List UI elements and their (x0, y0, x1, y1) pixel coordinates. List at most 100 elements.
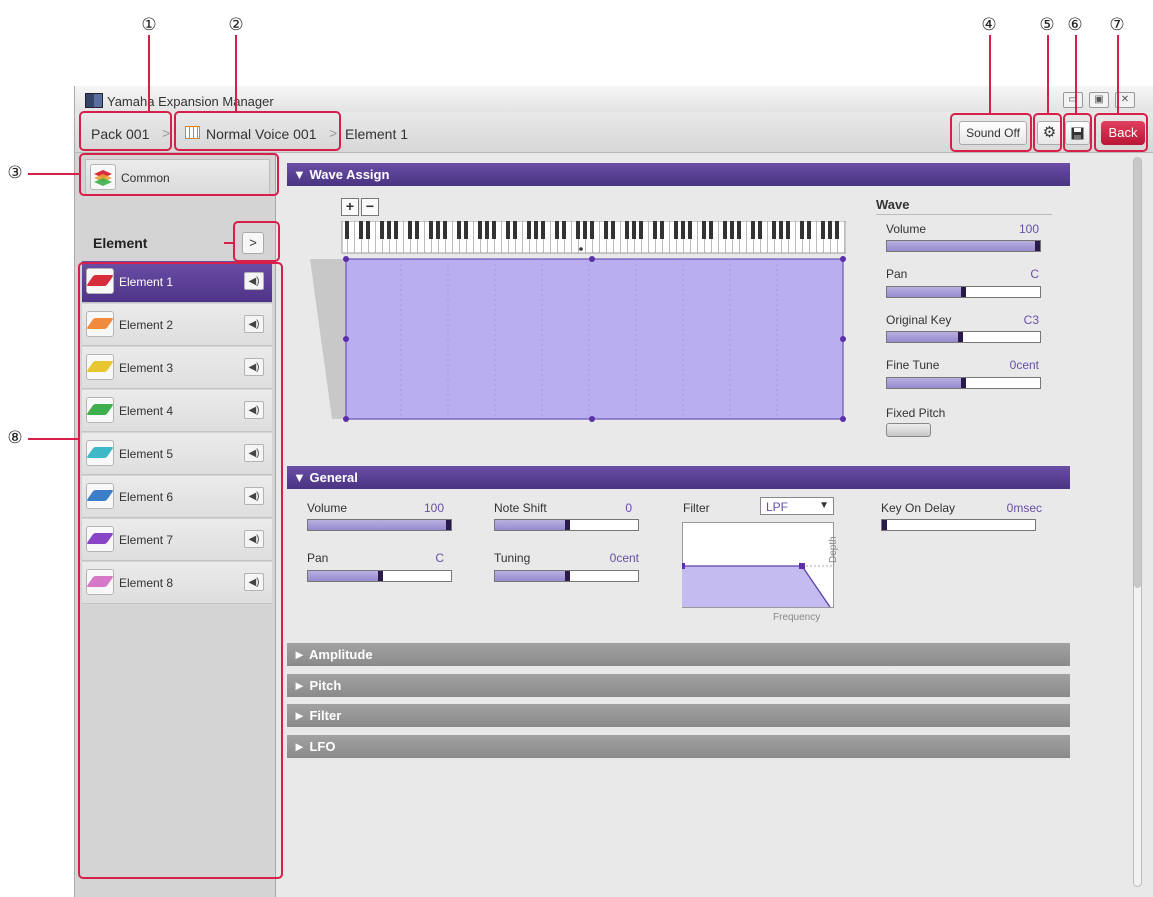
element-row-2[interactable]: Element 2 ◀) (82, 304, 272, 346)
speaker-icon[interactable]: ◀) (244, 487, 264, 505)
gear-icon[interactable]: ⚙ (1037, 121, 1062, 145)
wave-volume-slider[interactable] (886, 240, 1041, 252)
element-row-3[interactable]: Element 3 ◀) (82, 347, 272, 389)
element-8-label: Element 8 (119, 576, 174, 590)
element-row-6[interactable]: Element 6 ◀) (82, 476, 272, 518)
general-pan-label: Pan (307, 551, 329, 565)
breadcrumb: Pack 001 > Normal Voice 001 > Element 1 … (75, 112, 1153, 153)
key-range-editor[interactable] (306, 221, 846, 457)
wave-pan-slider[interactable] (886, 286, 1041, 298)
general-volume-slider[interactable] (307, 519, 452, 531)
zoom-in-button[interactable]: + (341, 198, 359, 216)
breadcrumb-voice[interactable]: Normal Voice 001 (206, 126, 317, 142)
filter-graph[interactable] (682, 522, 834, 608)
app-window: Yamaha Expansion Manager ▭ ▣ ✕ Pack 001 … (74, 86, 1153, 897)
amplitude-header[interactable]: ► Amplitude (287, 643, 1070, 666)
element-7-icon (86, 526, 114, 552)
callout-6: ⑥ (1067, 15, 1083, 35)
element-row-8[interactable]: Element 8 ◀) (82, 562, 272, 604)
wave-pan-label: Pan (886, 267, 908, 281)
leader-6 (1075, 35, 1077, 113)
window-title: Yamaha Expansion Manager (107, 94, 274, 109)
lfo-header[interactable]: ► LFO (287, 735, 1070, 758)
pitch-header[interactable]: ► Pitch (287, 674, 1070, 697)
save-icon[interactable] (1065, 121, 1090, 145)
speaker-icon[interactable]: ◀) (244, 401, 264, 419)
zoom-out-button[interactable]: − (361, 198, 379, 216)
expand-button[interactable]: > (242, 232, 264, 254)
layers-icon (90, 164, 116, 190)
common-label: Common (121, 171, 170, 185)
wave-title: Wave (876, 197, 910, 212)
element-1-icon (86, 268, 114, 294)
breadcrumb-element: Element 1 (345, 126, 409, 142)
filter-type-value: LPF (766, 500, 789, 514)
common-button[interactable]: Common (85, 159, 270, 195)
element-2-icon (86, 311, 114, 337)
wave-volume-label: Volume (886, 222, 927, 236)
element-3-label: Element 3 (119, 361, 174, 375)
speaker-icon[interactable]: ◀) (244, 444, 264, 462)
note-shift-label: Note Shift (494, 501, 547, 515)
frequency-label: Frequency (773, 612, 821, 623)
general-volume-label: Volume (307, 501, 348, 515)
original-key-slider[interactable] (886, 331, 1041, 343)
sound-off-button[interactable]: Sound Off (959, 121, 1027, 145)
wave-volume-value: 100 (1018, 222, 1039, 236)
callout-8: ⑧ (7, 428, 23, 448)
filter-header[interactable]: ► Filter (287, 704, 1070, 727)
element-4-icon (86, 397, 114, 423)
leader-3 (28, 173, 79, 175)
speaker-icon[interactable]: ◀) (244, 530, 264, 548)
speaker-icon[interactable]: ◀) (244, 358, 264, 376)
maximize-icon[interactable]: ▣ (1089, 92, 1109, 108)
scroll-thumb[interactable] (1134, 158, 1141, 588)
chevron-right-icon: > (162, 125, 171, 141)
wave-pan-value: C (1030, 267, 1039, 281)
fine-tune-label: Fine Tune (886, 358, 940, 372)
speaker-icon[interactable]: ◀) (244, 315, 264, 333)
note-shift-slider[interactable] (494, 519, 639, 531)
speaker-icon[interactable]: ◀) (244, 272, 264, 290)
general-header[interactable]: ▼ General (287, 466, 1070, 489)
general-pan-slider[interactable] (307, 570, 452, 582)
general-pan-value: C (435, 551, 444, 565)
element-row-5[interactable]: Element 5 ◀) (82, 433, 272, 475)
fine-tune-slider[interactable] (886, 377, 1041, 389)
leader-2 (235, 35, 237, 111)
element-5-icon (86, 440, 114, 466)
key-on-delay-value: 0msec (1006, 501, 1042, 515)
element-1-label: Element 1 (119, 275, 174, 289)
note-shift-value: 0 (625, 501, 632, 515)
callout-3: ③ (7, 163, 23, 183)
speaker-icon[interactable]: ◀) (244, 573, 264, 591)
wave-assign-header[interactable]: ▼ Wave Assign (287, 163, 1070, 186)
tuning-slider[interactable] (494, 570, 639, 582)
vertical-scrollbar[interactable] (1133, 157, 1142, 887)
voice-icon (185, 126, 200, 139)
key-on-delay-slider[interactable] (881, 519, 1036, 531)
back-button[interactable]: Back (1101, 121, 1145, 145)
element-heading: Element (93, 235, 148, 251)
breadcrumb-pack[interactable]: Pack 001 (91, 126, 149, 142)
dropdown-arrow-icon: ▼ (819, 500, 829, 511)
element-7-label: Element 7 (119, 533, 174, 547)
tuning-value: 0cent (609, 551, 639, 565)
fine-tune-value: 0cent (1009, 358, 1039, 372)
filter-type-select[interactable]: LPF ▼ (760, 497, 834, 515)
leader-7 (1117, 35, 1119, 113)
leader-4 (989, 35, 991, 113)
key-on-delay-label: Key On Delay (881, 501, 956, 515)
leader-5 (1047, 35, 1049, 113)
element-row-7[interactable]: Element 7 ◀) (82, 519, 272, 561)
leader-1 (148, 35, 150, 111)
callout-5: ⑤ (1039, 15, 1055, 35)
element-2-label: Element 2 (119, 318, 174, 332)
original-key-value: C3 (1023, 313, 1039, 327)
element-row-4[interactable]: Element 4 ◀) (82, 390, 272, 432)
element-row-1[interactable]: Element 1 ◀) (82, 261, 272, 303)
fixed-pitch-toggle[interactable] (886, 423, 931, 437)
main-panel: ▼ Wave Assign + − Wave Volume 100 Pan C … (276, 153, 1153, 897)
app-icon (85, 93, 103, 108)
minimize-icon[interactable]: ▭ (1063, 92, 1083, 108)
